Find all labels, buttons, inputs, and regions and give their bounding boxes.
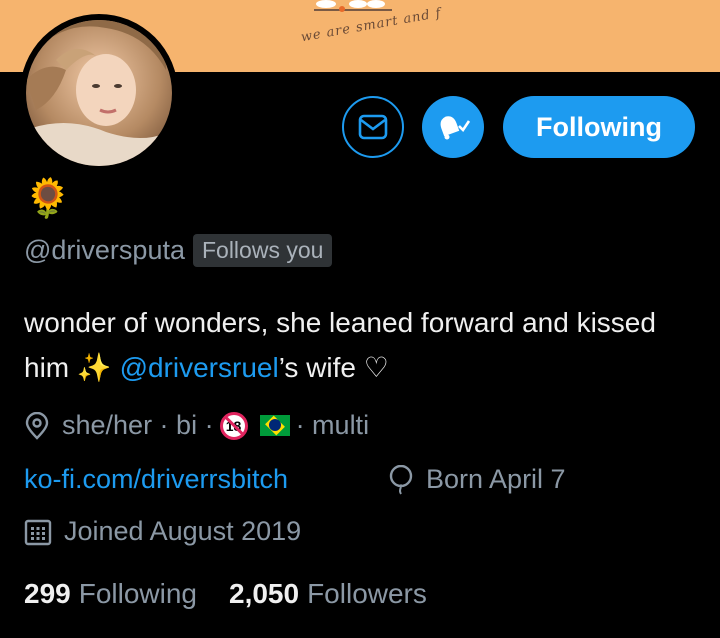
bio-tail: ’s wife ♡ <box>278 352 389 383</box>
message-button[interactable] <box>342 96 404 158</box>
location-text-post: · multi <box>295 410 370 440</box>
bio-him: him <box>24 352 70 383</box>
following-count: 299 <box>24 578 71 609</box>
birthday-text: Born April 7 <box>426 464 566 494</box>
bio-mention-link[interactable]: @driversruel <box>120 352 279 383</box>
balloon-icon <box>389 464 413 495</box>
following-label: Following <box>78 578 197 609</box>
notifications-button[interactable] <box>422 96 484 158</box>
bio-line-1: wonder of wonders, she leaned forward an… <box>24 307 656 338</box>
joined: Joined August 2019 <box>24 516 301 547</box>
following-button[interactable]: Following <box>503 96 695 158</box>
joined-text: Joined August 2019 <box>64 516 302 546</box>
website-link[interactable]: ko-fi.com/driverrsbitch <box>24 464 288 495</box>
followers-count: 2,050 <box>229 578 300 609</box>
website-row: ko-fi.com/driverrsbitch <box>24 464 288 495</box>
bio-line-2: him ✨ @driversruel’s wife ♡ <box>24 345 714 390</box>
name-emoji: 🌻 <box>24 178 72 220</box>
envelope-icon <box>358 114 388 140</box>
location-pin-icon <box>25 411 49 440</box>
location: she/her · bi · 18 · multi <box>24 410 369 441</box>
birthday: Born April 7 <box>388 464 566 495</box>
followers-stat[interactable]: 2,050 Followers <box>229 578 427 610</box>
sparkles-emoji: ✨ <box>76 352 112 383</box>
handle-row: @driversputa Follows you <box>24 234 333 267</box>
bell-check-icon <box>440 116 471 140</box>
followers-label: Followers <box>307 578 427 609</box>
location-text-pre: she/her · bi · <box>62 410 214 440</box>
calendar-icon <box>24 519 52 545</box>
no-under-18-emoji: 18 <box>219 411 248 440</box>
avatar[interactable] <box>20 14 178 172</box>
bio: wonder of wonders, she leaned forward an… <box>24 300 714 390</box>
brazil-flag-icon <box>259 415 290 436</box>
following-stat[interactable]: 299 Following <box>24 578 197 610</box>
avatar-photo <box>26 20 172 166</box>
follows-you-badge: Follows you <box>192 234 333 267</box>
follow-stats: 299 Following 2,050 Followers <box>24 578 427 610</box>
username-handle: @driversputa <box>24 235 185 265</box>
